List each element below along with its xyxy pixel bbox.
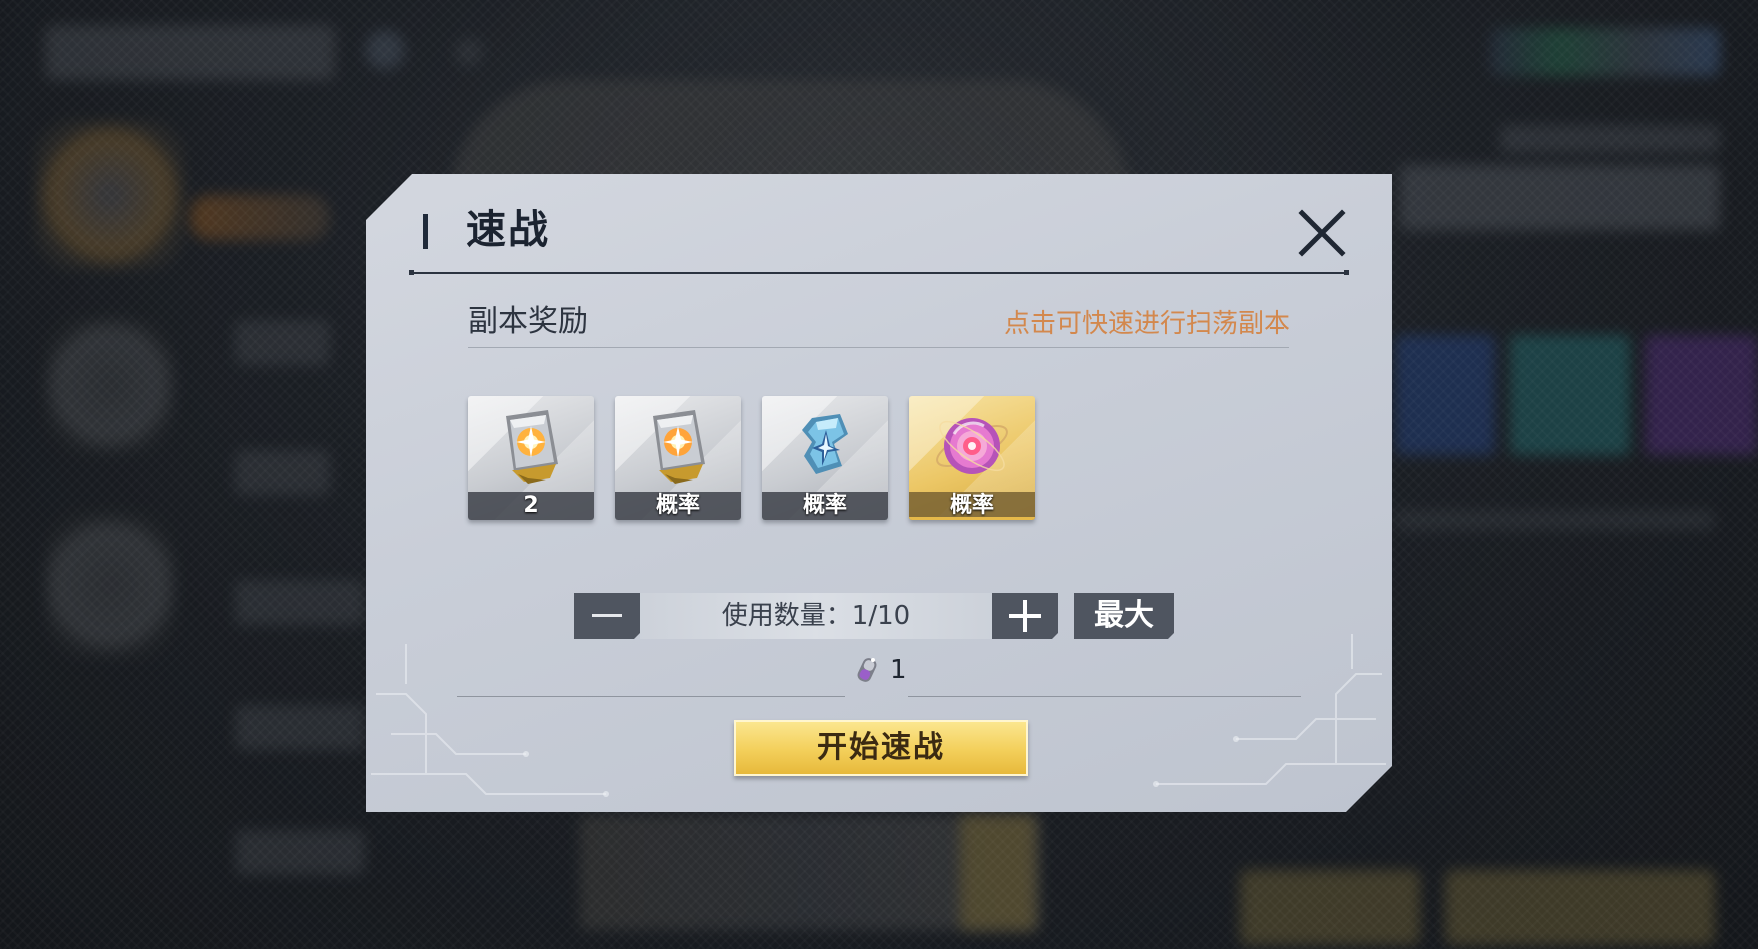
quantity-stepper: 使用数量：1/10 最大	[574, 593, 1184, 641]
reward-caption: 概率	[909, 492, 1035, 520]
rewards-divider	[468, 347, 1289, 348]
minus-icon	[574, 593, 640, 639]
reward-list: 2 概率 概率 概率	[468, 396, 1168, 526]
reward-caption: 概率	[762, 492, 888, 520]
close-button[interactable]	[1296, 207, 1348, 259]
reward-item[interactable]: 概率	[615, 396, 741, 520]
start-quick-battle-button[interactable]: 开始速战	[734, 720, 1028, 776]
title-accent-bar	[423, 214, 428, 249]
reward-caption: 概率	[615, 492, 741, 520]
stamina-cost-value: 1	[890, 655, 907, 685]
sweep-hint-link[interactable]: 点击可快速进行扫荡副本	[1004, 304, 1290, 344]
quantity-label: 使用数量：1/10	[640, 593, 992, 639]
dialog-title: 速战	[466, 207, 550, 253]
stamina-cost: 1	[853, 650, 933, 690]
rewards-label: 副本奖励	[468, 304, 588, 339]
quick-battle-dialog: 速战 副本奖励 点击可快速进行扫荡副本 2 概率 概率 概率 使用数量：1/10…	[366, 174, 1392, 812]
title-divider	[411, 272, 1347, 274]
decrease-button[interactable]	[574, 593, 640, 639]
increase-button[interactable]	[992, 593, 1058, 639]
bottom-divider	[457, 696, 845, 697]
bottom-divider	[908, 696, 1301, 697]
reward-item[interactable]: 2	[468, 396, 594, 520]
max-button[interactable]: 最大	[1074, 593, 1174, 639]
stamina-capsule-icon	[853, 652, 883, 688]
pink-orb-icon	[929, 404, 1015, 490]
orange-core-cube-icon	[488, 404, 574, 490]
blue-crystal-cube-icon	[782, 404, 868, 490]
reward-item[interactable]: 概率	[762, 396, 888, 520]
reward-caption: 2	[468, 492, 594, 520]
orange-core-cube-icon	[635, 404, 721, 490]
close-x-icon	[1296, 207, 1348, 259]
plus-icon	[992, 593, 1058, 639]
reward-item[interactable]: 概率	[909, 396, 1035, 520]
